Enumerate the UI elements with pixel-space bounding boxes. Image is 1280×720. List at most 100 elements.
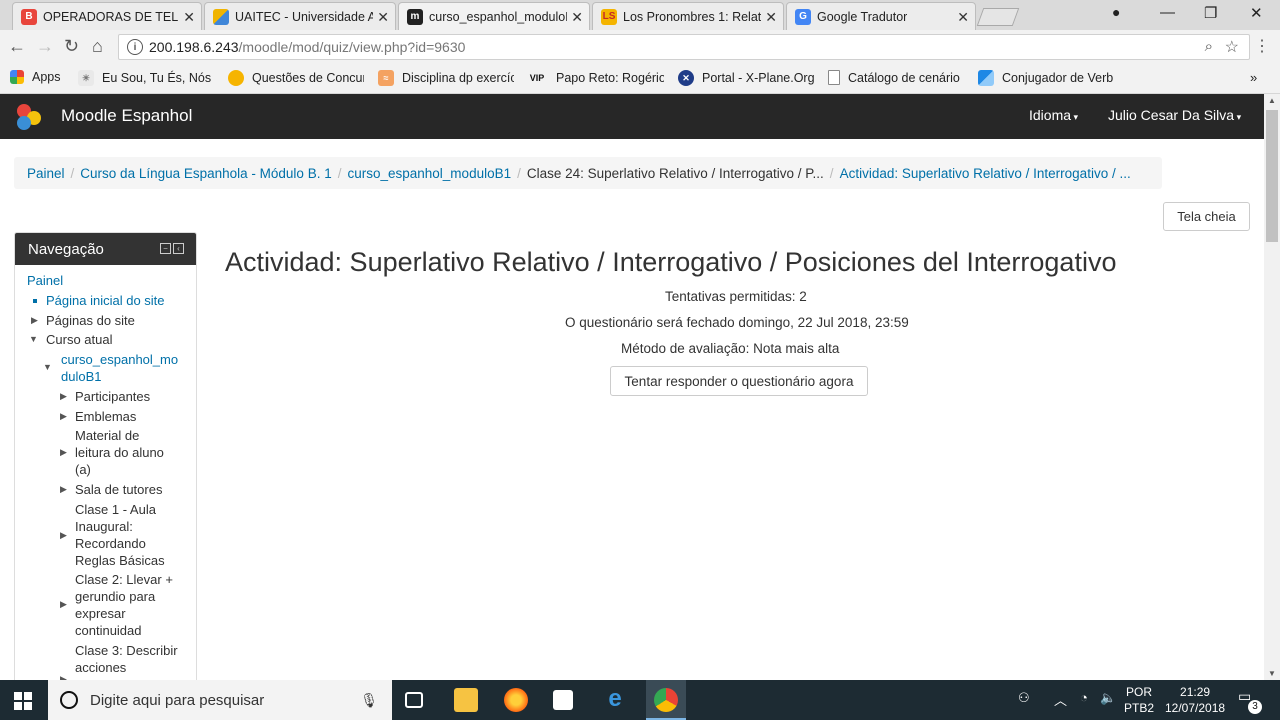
show-hidden-icons[interactable]: ︿ <box>1054 690 1067 709</box>
bookmark-star-icon[interactable]: ☆ <box>1225 37 1239 57</box>
breadcrumb-separator: / <box>517 165 521 181</box>
nav-clase2-cont[interactable]: gerundio para <box>75 589 155 604</box>
expand-arrow-icon[interactable]: ▶ <box>31 315 38 326</box>
nav-participants[interactable]: Participantes <box>75 389 150 404</box>
attempt-quiz-button[interactable]: Tentar responder o questionário agora <box>610 366 868 396</box>
profile-icon[interactable]: ● <box>1112 4 1120 20</box>
moodle-logo-icon[interactable] <box>14 103 44 131</box>
minimize-icon[interactable]: — <box>1160 4 1175 21</box>
close-tab-icon[interactable]: ✕ <box>183 9 195 26</box>
tab-uaitec[interactable]: UAITEC - Universidade Ab ✕ <box>204 2 396 30</box>
task-view-icon[interactable] <box>405 692 423 708</box>
bookmark-apps[interactable]: Apps <box>10 70 68 84</box>
back-icon[interactable]: ← <box>8 36 26 57</box>
scroll-down-icon[interactable]: ▼ <box>1268 669 1276 678</box>
firefox-icon[interactable] <box>504 688 528 712</box>
nav-course-link-cont[interactable]: duloB1 <box>61 369 101 384</box>
bookmark-disciplina[interactable]: ≈ Disciplina dp exercíc <box>378 70 514 86</box>
tab-google-tradutor[interactable]: G Google Tradutor ✕ <box>786 2 976 30</box>
page-scrollbar[interactable]: ▲ ▼ <box>1264 94 1280 680</box>
zoom-icon[interactable]: ⌕ <box>1205 38 1213 55</box>
close-tab-icon[interactable]: ✕ <box>957 9 969 26</box>
breadcrumb-activity[interactable]: Actividad: Superlativo Relativo / Interr… <box>840 166 1131 181</box>
taskbar-search[interactable]: Digite aqui para pesquisar 🎙 <box>48 680 392 720</box>
maximize-icon[interactable]: ❐ <box>1204 4 1217 22</box>
info-icon[interactable]: i <box>127 39 143 55</box>
nav-clase3-cont[interactable]: acciones <box>75 660 126 675</box>
windows-start-icon[interactable] <box>14 692 32 710</box>
expand-arrow-icon[interactable]: ▶ <box>60 530 67 541</box>
reload-icon[interactable]: ↻ <box>64 36 79 57</box>
expand-arrow-icon[interactable]: ▶ <box>60 484 67 495</box>
tab-operadoras[interactable]: B OPERADORAS DE TELEFO ✕ <box>12 2 202 30</box>
bookmark-conjugador[interactable]: Conjugador de Verb <box>978 70 1114 86</box>
site-brand[interactable]: Moodle Espanhol <box>61 106 192 126</box>
bookmark-label: Questões de Concur <box>252 71 364 85</box>
forward-icon[interactable]: → <box>36 36 54 57</box>
home-icon[interactable]: ⌂ <box>92 36 103 57</box>
close-window-icon[interactable]: ✕ <box>1250 4 1263 22</box>
nav-home[interactable]: Página inicial do site <box>46 293 165 308</box>
fullscreen-button[interactable]: Tela cheia <box>1163 202 1250 231</box>
nav-material[interactable]: Material de <box>75 428 139 443</box>
nav-site-pages[interactable]: Páginas do site <box>46 313 135 328</box>
nav-current-course[interactable]: Curso atual <box>46 332 112 347</box>
dock-block-icon[interactable]: ‹ <box>173 243 184 254</box>
nav-badges[interactable]: Emblemas <box>75 409 136 424</box>
breadcrumb-painel[interactable]: Painel <box>27 166 65 181</box>
taskbar-clock[interactable]: 21:29 12/07/2018 <box>1165 684 1225 716</box>
collapse-block-icon[interactable]: − <box>160 243 171 254</box>
expand-arrow-icon[interactable]: ▶ <box>60 411 67 422</box>
expand-arrow-icon[interactable]: ▶ <box>60 447 67 458</box>
nav-clase1-cont2[interactable]: Recordando <box>75 536 146 551</box>
action-center-icon[interactable]: ▭ 3 <box>1238 688 1262 714</box>
nav-tutors[interactable]: Sala de tutores <box>75 482 162 497</box>
chrome-taskbar-button[interactable] <box>646 680 686 720</box>
close-tab-icon[interactable]: ✕ <box>377 9 389 26</box>
bookmark-papo-reto[interactable]: VIP Papo Reto: Rogério F <box>526 70 664 86</box>
expand-arrow-icon[interactable]: ▶ <box>60 599 67 610</box>
menu-dots-icon[interactable]: ⋮ <box>1254 36 1270 56</box>
cortana-icon <box>60 691 78 709</box>
nav-clase1[interactable]: Clase 1 - Aula <box>75 502 156 517</box>
breadcrumb-course[interactable]: curso_espanhol_moduloB1 <box>347 166 511 181</box>
nav-material-cont[interactable]: leitura do aluno <box>75 445 164 460</box>
scrollbar-thumb[interactable] <box>1266 110 1278 242</box>
close-tab-icon[interactable]: ✕ <box>571 9 583 26</box>
nav-painel[interactable]: Painel <box>27 273 63 288</box>
nav-clase1-cont3[interactable]: Reglas Básicas <box>75 553 165 568</box>
breadcrumb-course-category[interactable]: Curso da Língua Espanhola - Módulo B. 1 <box>80 166 331 181</box>
input-language[interactable]: POR PTB2 <box>1124 684 1154 716</box>
blogger-icon: B <box>21 8 37 25</box>
scroll-up-icon[interactable]: ▲ <box>1268 96 1276 105</box>
new-tab-button[interactable] <box>976 8 1020 26</box>
nav-material-cont2[interactable]: (a) <box>75 462 91 477</box>
nav-clase1-cont[interactable]: Inaugural: <box>75 519 133 534</box>
expand-arrow-icon[interactable]: ▶ <box>60 391 67 402</box>
nav-clase3[interactable]: Clase 3: Describir <box>75 643 178 658</box>
microphone-icon[interactable]: 🎙 <box>360 692 378 709</box>
user-menu[interactable]: Julio Cesar Da Silva ▾ <box>1108 107 1241 123</box>
volume-icon[interactable]: 🔈 <box>1100 690 1116 706</box>
nav-clase2-cont2[interactable]: expresar <box>75 606 126 621</box>
bookmark-xplane[interactable]: ✕ Portal - X-Plane.Org <box>678 70 814 86</box>
wifi-icon[interactable]: ◔ <box>1080 690 1088 705</box>
people-icon[interactable]: ⚇ <box>1018 690 1030 706</box>
nav-clase2[interactable]: Clase 2: Llevar + <box>75 572 173 587</box>
collapse-arrow-icon[interactable]: ▼ <box>29 334 38 344</box>
nav-clase2-cont3[interactable]: continuidad <box>75 623 142 638</box>
language-menu[interactable]: Idioma ▾ <box>1029 107 1078 123</box>
tab-moodle-course[interactable]: m curso_espanhol_moduloB ✕ <box>398 2 590 30</box>
bookmark-catalogo[interactable]: Catálogo de cenário <box>828 70 966 85</box>
file-explorer-icon[interactable] <box>454 688 478 712</box>
address-bar[interactable]: i 200.198.6.243 /moodle/mod/quiz/view.ph… <box>118 34 1250 60</box>
close-tab-icon[interactable]: ✕ <box>765 9 777 26</box>
store-icon[interactable] <box>553 690 573 710</box>
more-bookmarks-icon[interactable]: » <box>1250 70 1257 85</box>
edge-icon[interactable]: e <box>603 687 627 712</box>
collapse-arrow-icon[interactable]: ▼ <box>43 362 52 372</box>
bookmark-questoes[interactable]: Questões de Concur <box>228 70 364 86</box>
tab-los-pronombres[interactable]: LS Los Pronombres 1: Relati ✕ <box>592 2 784 30</box>
bookmark-eu-sou[interactable]: ☀ Eu Sou, Tu És, Nós S <box>78 70 214 86</box>
nav-course-link[interactable]: curso_espanhol_mo <box>61 352 178 367</box>
